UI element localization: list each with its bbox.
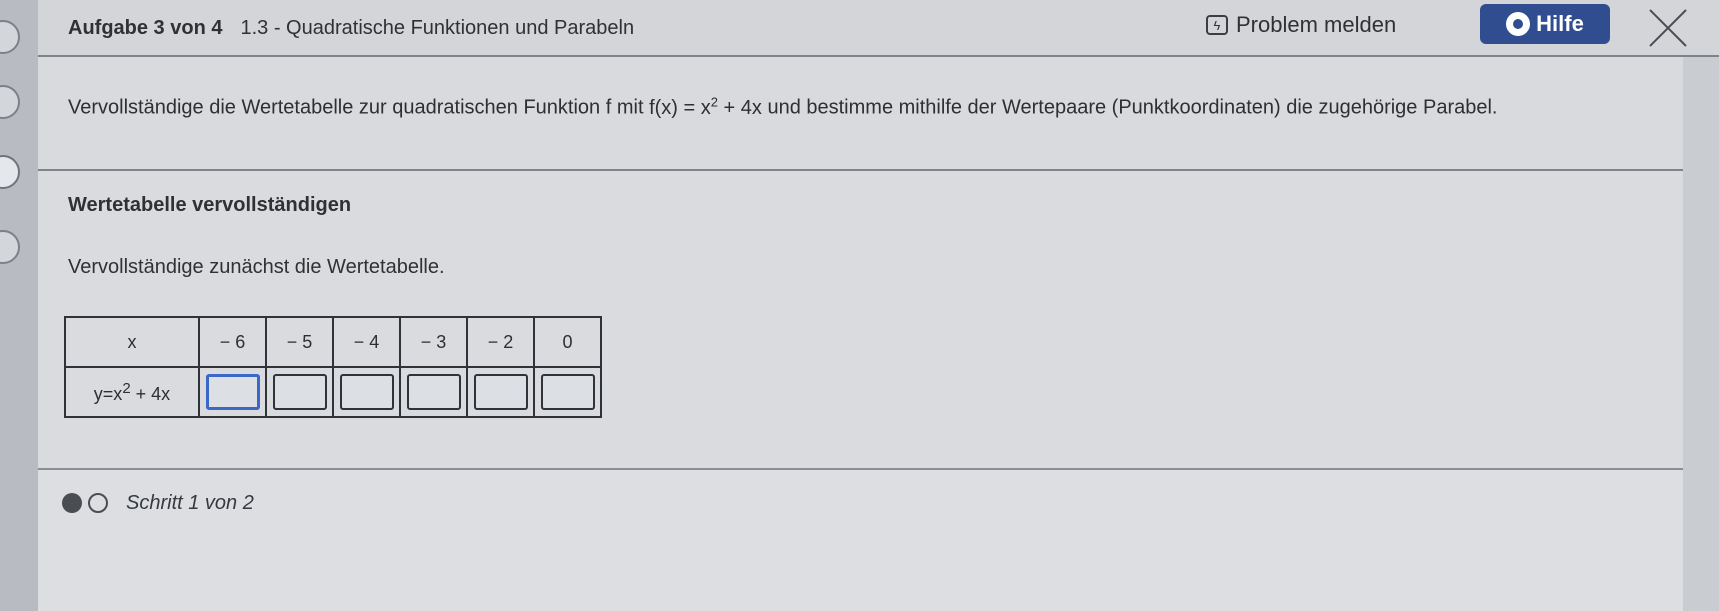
footer: Schritt 1 von 2 — [38, 470, 1683, 611]
report-problem-button[interactable]: ϟ Problem melden — [1206, 8, 1396, 42]
y-input-2[interactable] — [272, 374, 327, 410]
y-cell-1 — [198, 366, 267, 418]
header-bar: Aufgabe 3 von 4 1.3 - Quadratische Funkti… — [38, 0, 1719, 57]
task-description: Vervollständige die Wertetabelle zur qua… — [38, 57, 1683, 171]
main-content: Wertetabelle vervollständigen Vervollstä… — [38, 171, 1683, 470]
lifebuoy-icon — [1506, 12, 1531, 36]
formula-prefix: f(x) = x — [649, 96, 711, 119]
report-problem-label: Problem melden — [1236, 12, 1397, 37]
sad-face-icon[interactable] — [0, 85, 20, 119]
x-value-3: − 4 — [332, 316, 401, 368]
y-header-prefix: y=x — [93, 383, 123, 404]
x-value-4: − 3 — [399, 316, 468, 368]
smiley-icon[interactable] — [0, 20, 20, 54]
y-cell-2 — [265, 366, 334, 418]
x-value-1: − 6 — [198, 316, 267, 368]
x-value-2: − 5 — [265, 316, 334, 368]
y-cell-5 — [466, 366, 535, 418]
left-sidebar — [0, 0, 38, 611]
close-icon[interactable] — [1646, 6, 1690, 50]
formula-exponent: 2 — [710, 94, 718, 109]
y-cell-4 — [399, 366, 468, 418]
page-title: Aufgabe 3 von 4 1.3 - Quadratische Funkti… — [68, 17, 634, 40]
y-input-1[interactable] — [205, 374, 260, 410]
table-row-x: x − 6 − 5 − 4 − 3 − 2 0 — [64, 316, 602, 368]
task-counter: Aufgabe 3 von 4 — [68, 17, 223, 39]
y-header-suffix: + 4x — [130, 383, 171, 404]
x-value-6: 0 — [533, 316, 602, 368]
x-value-5: − 2 — [466, 316, 535, 368]
y-input-6[interactable] — [540, 374, 595, 410]
task-text-after: und bestimme mithilfe der Wertepaare (Pu… — [761, 96, 1498, 119]
y-input-4[interactable] — [406, 374, 461, 410]
y-cell-3 — [332, 366, 401, 418]
value-table: x − 6 − 5 − 4 − 3 − 2 0 y=x2 + 4x — [64, 316, 602, 418]
step-indicator-icon-2[interactable] — [0, 230, 20, 264]
instruction-text: Vervollständige zunächst die Wertetabell… — [68, 256, 445, 278]
task-text: Vervollständige die Wertetabelle zur qua… — [68, 85, 1648, 125]
y-header-exponent: 2 — [122, 379, 131, 397]
y-header: y=x2 + 4x — [64, 366, 200, 418]
step-dot-next — [88, 493, 108, 513]
flash-icon: ϟ — [1206, 15, 1228, 35]
step-indicator-icon[interactable] — [0, 155, 20, 189]
help-label: Hilfe — [1536, 11, 1584, 36]
y-input-5[interactable] — [473, 374, 528, 410]
task-text-before: Vervollständige die Wertetabelle zur qua… — [68, 96, 650, 119]
x-header: x — [64, 316, 200, 368]
step-dot-current — [62, 493, 82, 513]
function-formula: f(x) = x2 + 4x — [649, 94, 762, 119]
help-button[interactable]: Hilfe — [1480, 4, 1610, 44]
step-label: Schritt 1 von 2 — [126, 492, 254, 514]
formula-suffix: + 4x — [717, 96, 762, 119]
y-input-3[interactable] — [339, 374, 394, 410]
task-title: 1.3 - Quadratische Funktionen und Parabe… — [240, 17, 635, 39]
section-heading: Wertetabelle vervollständigen — [68, 194, 352, 216]
step-progress — [62, 493, 114, 513]
table-row-y: y=x2 + 4x — [64, 366, 602, 418]
y-cell-6 — [533, 366, 602, 418]
